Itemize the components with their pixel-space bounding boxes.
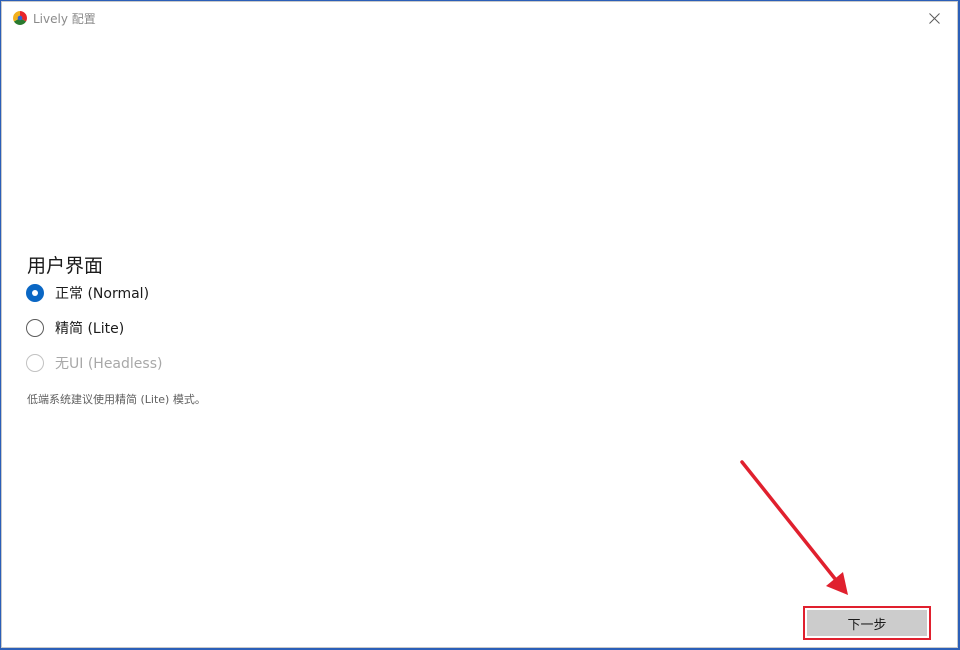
radio-option-headless: 无UI (Headless) [26, 352, 162, 374]
next-button[interactable]: 下一步 [803, 606, 931, 640]
radio-label-lite: 精简 (Lite) [55, 321, 125, 337]
next-button-label: 下一步 [807, 610, 927, 636]
radio-option-lite[interactable]: 精简 (Lite) [26, 317, 124, 339]
radio-button-lite[interactable] [26, 319, 44, 337]
radio-label-normal: 正常 (Normal) [55, 286, 150, 302]
title-bar: Lively 配置 [2, 2, 957, 34]
window-title: Lively 配置 [33, 12, 96, 26]
setup-window: Lively 配置 用户界面 正常 (Normal) 精简 (Lite) 无UI… [1, 1, 958, 648]
radio-option-normal[interactable]: 正常 (Normal) [26, 282, 149, 304]
ui-section-heading: 用户界面 [27, 255, 104, 277]
radio-button-normal[interactable] [26, 284, 44, 302]
lite-mode-hint: 低端系统建议使用精简 (Lite) 模式。 [27, 393, 206, 406]
close-icon [928, 12, 940, 24]
close-button[interactable] [911, 2, 957, 34]
radio-button-headless [26, 354, 44, 372]
lively-app-icon [13, 11, 27, 25]
radio-label-headless: 无UI (Headless) [55, 356, 163, 372]
